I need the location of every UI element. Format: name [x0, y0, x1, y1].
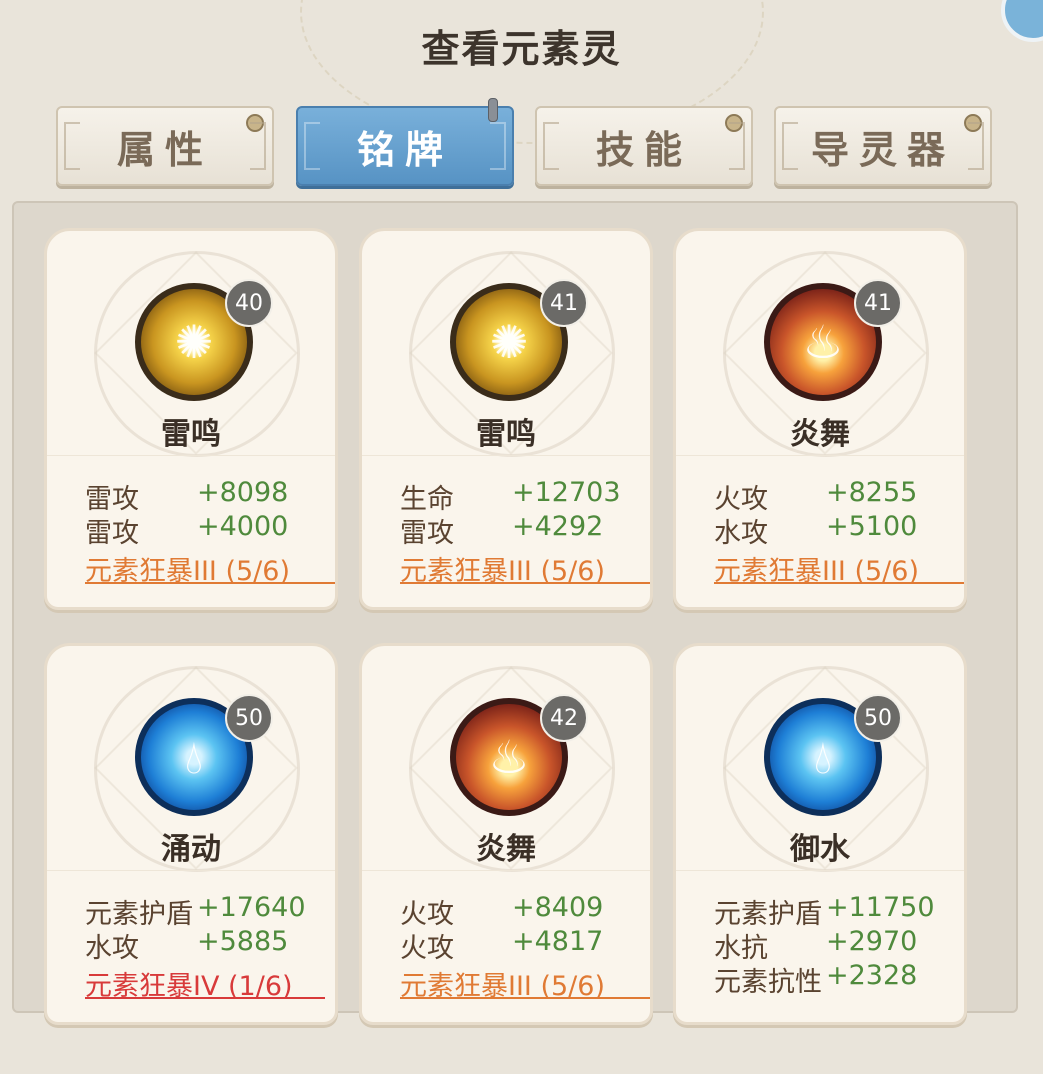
level-badge: 50: [854, 694, 902, 742]
tab-ornament: [782, 122, 798, 170]
tab-spirit-device[interactable]: 导灵器: [774, 106, 992, 186]
divider: [47, 870, 335, 871]
stat-name: 水攻: [714, 518, 768, 549]
tab-attributes[interactable]: 属性: [56, 106, 274, 186]
page-title: 查看元素灵: [421, 27, 622, 71]
underline: [714, 582, 964, 584]
stat-value: +4000: [197, 511, 289, 542]
divider: [47, 455, 335, 456]
flame-icon: ♨: [488, 730, 530, 784]
stat-value: +4817: [512, 926, 604, 957]
stat-value: +11750: [826, 892, 935, 923]
water-drop-icon: 💧︎: [813, 730, 833, 784]
stat-name: 雷攻: [85, 518, 139, 549]
stat-name: 元素抗性: [714, 967, 822, 998]
tab-ornament: [729, 122, 745, 170]
water-drop-icon: 💧︎: [184, 730, 204, 784]
stat-value: +4292: [512, 511, 604, 542]
nameplate-card[interactable]: ✺ 41 雷鸣 生命 +12703 雷攻 +4292 元素狂暴III (5/6): [359, 228, 653, 610]
tab-ornament: [543, 122, 559, 170]
stat-value: +8409: [512, 892, 604, 923]
underline: [400, 582, 650, 584]
nameplate-card[interactable]: 💧︎ 50 御水 元素护盾 +11750 水抗 +2970 元素抗性 +2328: [673, 643, 967, 1025]
nameplate-card[interactable]: ♨ 42 炎舞 火攻 +8409 火攻 +4817 元素狂暴III (5/6): [359, 643, 653, 1025]
nameplate-card[interactable]: ✺ 40 雷鸣 雷攻 +8098 雷攻 +4000 元素狂暴III (5/6): [44, 228, 338, 610]
card-name: 涌动: [161, 832, 221, 867]
card-name: 雷鸣: [476, 417, 536, 452]
set-bonus-link[interactable]: 元素狂暴III (5/6): [400, 964, 650, 1002]
tab-ornament: [250, 122, 266, 170]
nameplate-card[interactable]: ♨ 41 炎舞 火攻 +8255 水攻 +5100 元素狂暴III (5/6): [673, 228, 967, 610]
set-bonus-link[interactable]: 元素狂暴IV (1/6): [85, 964, 325, 1002]
stat-name: 雷攻: [400, 518, 454, 549]
underline: [85, 997, 325, 999]
stat-value: +5885: [197, 926, 289, 957]
spark-icon: ✺: [489, 315, 529, 369]
card-name: 炎舞: [790, 417, 850, 452]
tab-ornament: [490, 122, 506, 170]
divider: [676, 455, 964, 456]
stat-value: +8255: [826, 477, 918, 508]
tab-label: 属性: [116, 127, 213, 172]
level-badge: 41: [540, 279, 588, 327]
stat-value: +5100: [826, 511, 918, 542]
tab-label: 技能: [595, 127, 692, 172]
stat-name: 水攻: [85, 933, 139, 964]
set-bonus-link[interactable]: 元素狂暴III (5/6): [85, 549, 335, 587]
stat-name: 火攻: [400, 933, 454, 964]
stat-value: +2328: [826, 960, 918, 991]
level-badge: 40: [225, 279, 273, 327]
pin-icon: [488, 98, 498, 122]
stat-value: +17640: [197, 892, 306, 923]
tab-nameplate[interactable]: 铭牌: [296, 98, 514, 186]
underline: [85, 582, 335, 584]
level-badge: 50: [225, 694, 273, 742]
nameplate-card[interactable]: 💧︎ 50 涌动 元素护盾 +17640 水攻 +5885 元素狂暴IV (1/6): [44, 643, 338, 1025]
level-badge: 41: [854, 279, 902, 327]
card-name: 御水: [790, 832, 850, 867]
tab-ornament: [304, 122, 320, 170]
level-badge: 42: [540, 694, 588, 742]
tab-label: 铭牌: [356, 127, 453, 172]
tab-label: 导灵器: [810, 127, 955, 172]
divider: [362, 455, 650, 456]
set-bonus-link[interactable]: 元素狂暴III (5/6): [714, 549, 964, 587]
spark-icon: ✺: [174, 315, 214, 369]
card-name: 炎舞: [476, 832, 536, 867]
tab-ornament: [64, 122, 80, 170]
stat-value: +2970: [826, 926, 918, 957]
divider: [362, 870, 650, 871]
stat-value: +12703: [512, 477, 621, 508]
set-bonus-link[interactable]: 元素狂暴III (5/6): [400, 549, 650, 587]
flame-icon: ♨: [802, 315, 844, 369]
underline: [400, 997, 650, 999]
tab-ornament: [968, 122, 984, 170]
card-name: 雷鸣: [161, 417, 221, 452]
tab-skills[interactable]: 技能: [535, 106, 753, 186]
stat-value: +8098: [197, 477, 289, 508]
divider: [676, 870, 964, 871]
